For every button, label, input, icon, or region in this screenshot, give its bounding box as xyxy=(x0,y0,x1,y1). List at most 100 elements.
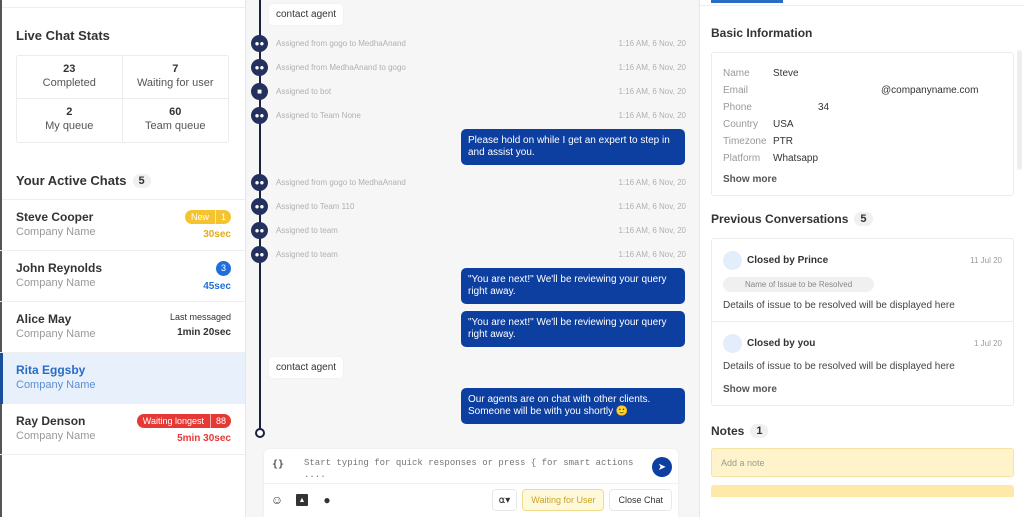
previous-conversation-item[interactable]: Closed by Prince 11 Jul 20 Name of Issue… xyxy=(712,239,1013,322)
avatar xyxy=(723,251,742,270)
previous-conversations-card: Closed by Prince 11 Jul 20 Name of Issue… xyxy=(711,238,1014,406)
conversations-show-more-link[interactable]: Show more xyxy=(723,384,1002,395)
previous-conversation-item[interactable]: Closed by you 1 Jul 20 Details of issue … xyxy=(712,322,1013,405)
chat-company-name: Company Name xyxy=(16,379,96,391)
note-item[interactable] xyxy=(711,485,1014,497)
agent-message: Our agents are on chat with other client… xyxy=(461,388,685,424)
assignment-event: ●● Assigned to Team None 1:16 AM, 6 Nov,… xyxy=(251,106,686,124)
conversation-details: Details of issue to be resolved will be … xyxy=(723,361,955,372)
info-row-phone: Phone 34 xyxy=(723,99,1002,116)
info-key: Country xyxy=(723,119,759,130)
chat-item-john-reynolds[interactable]: John Reynolds Company Name 3 45sec xyxy=(0,251,245,302)
stat-team-queue[interactable]: 60 Team queue xyxy=(123,99,229,142)
smart-actions-icon[interactable]: {} xyxy=(272,459,292,470)
event-time: 1:16 AM, 6 Nov, 20 xyxy=(618,225,686,235)
event-time: 1:16 AM, 6 Nov, 20 xyxy=(618,38,686,48)
event-text: Assigned from gogo to MedhaAnand xyxy=(276,38,406,48)
waiting-longest-badge: Waiting longest 88 xyxy=(136,414,231,428)
chat-company-name: Company Name xyxy=(16,430,96,442)
closed-by: Closed by you xyxy=(747,338,816,349)
stat-value: 7 xyxy=(172,63,179,75)
info-key: Phone xyxy=(723,102,752,113)
chat-contact-name: Rita Eggsby xyxy=(16,363,86,377)
closed-by: Closed by Prince xyxy=(747,255,829,266)
unread-count-badge: 3 xyxy=(216,261,231,276)
info-row-name: Name Steve xyxy=(723,65,1002,82)
info-key: Timezone xyxy=(723,136,767,147)
emoji-icon[interactable]: ● xyxy=(320,493,334,507)
info-row-country: Country USA xyxy=(723,116,1002,133)
chat-item-alice-may[interactable]: Alice May Company Name Last messaged 1mi… xyxy=(0,302,245,353)
waiting-for-user-button[interactable]: Waiting for User xyxy=(522,489,605,511)
stat-waiting-for-user[interactable]: 7 Waiting for user xyxy=(122,56,228,99)
right-panel: Basic Information Name Steve Email @comp… xyxy=(700,0,1024,517)
previous-conversations-header: Previous Conversations 5 xyxy=(700,212,1024,226)
contact-icon[interactable]: ☺ xyxy=(270,493,284,507)
stat-label: Waiting for user xyxy=(136,77,214,89)
stat-value: 60 xyxy=(169,106,182,118)
event-time: 1:16 AM, 6 Nov, 20 xyxy=(618,62,686,72)
info-value: Whatsapp xyxy=(773,153,819,164)
active-chats-header: Your Active Chats 5 xyxy=(0,173,245,188)
chat-company-name: Company Name xyxy=(16,226,96,238)
info-row-platform: Platform Whatsapp xyxy=(723,150,1002,167)
conversation-date: 1 Jul 20 xyxy=(973,339,1002,348)
event-text: Assigned to team xyxy=(276,225,338,235)
stat-completed[interactable]: 23 Completed xyxy=(17,56,123,99)
chat-item-rita-eggsby[interactable]: Rita Eggsby Company Name xyxy=(0,353,245,404)
event-text: Assigned to Team None xyxy=(276,110,361,120)
team-icon: ●● xyxy=(251,221,268,239)
agent-message: "You are next!" We'll be reviewing your … xyxy=(461,268,685,304)
info-key: Email xyxy=(723,85,749,96)
chat-wait-time: 5min 30sec xyxy=(177,433,231,444)
new-badge: New 1 xyxy=(184,210,231,224)
assignment-event: ●● Assigned to team 1:16 AM, 6 Nov, 20 xyxy=(251,245,686,263)
chat-contact-name: Alice May xyxy=(16,312,72,326)
info-value: PTR xyxy=(773,136,793,147)
event-text: Assigned from MedhaAnand to gogo xyxy=(276,62,406,72)
user-message: contact agent xyxy=(269,4,344,25)
chat-company-name: Company Name xyxy=(16,328,96,340)
chat-wait-time: 30sec xyxy=(203,229,231,240)
assignment-event: ●● Assigned to Team 110 1:16 AM, 6 Nov, … xyxy=(251,197,686,215)
chat-item-steve-cooper[interactable]: Steve Cooper Company Name New 1 30sec xyxy=(0,200,245,251)
conversation-panel: contact agent ●● Assigned from gogo to M… xyxy=(246,0,700,517)
event-time: 1:16 AM, 6 Nov, 20 xyxy=(618,201,686,211)
stat-label: Team queue xyxy=(144,120,206,132)
basic-info-show-more-link[interactable]: Show more xyxy=(723,174,1002,185)
badge-label: New xyxy=(190,212,209,222)
message-composer: {} ➤ ☺ ▲ ● ⍺▾ Waiting for User Close Cha… xyxy=(264,449,678,517)
add-note-input[interactable]: Add a note xyxy=(711,448,1014,477)
active-tab-indicator xyxy=(711,0,783,3)
close-chat-button[interactable]: Close Chat xyxy=(609,489,672,511)
info-row-email: Email @companyname.com xyxy=(723,82,1002,99)
team-icon: ●● xyxy=(251,106,268,124)
info-value: 34 xyxy=(818,102,830,113)
notes-count: 1 xyxy=(750,424,769,438)
stat-my-queue[interactable]: 2 My queue xyxy=(17,99,123,142)
team-icon: ●● xyxy=(251,173,268,191)
image-icon[interactable]: ▲ xyxy=(296,494,308,506)
chat-wait-time: 1min 20sec xyxy=(177,327,231,338)
left-sidebar: Live Chat Stats 23 Completed 7 Waiting f… xyxy=(0,0,246,517)
send-icon[interactable]: ➤ xyxy=(652,457,672,477)
stat-value: 23 xyxy=(63,63,76,75)
assignment-event: ●● Assigned from gogo to MedhaAnand 1:16… xyxy=(251,173,686,191)
previous-conversations-count: 5 xyxy=(854,212,873,226)
active-chats-title: Your Active Chats xyxy=(16,173,127,188)
assignment-event: ●● Assigned to team 1:16 AM, 6 Nov, 20 xyxy=(251,221,686,239)
chat-item-ray-denson[interactable]: Ray Denson Company Name Waiting longest … xyxy=(0,404,245,455)
transfer-headset-button[interactable]: ⍺▾ xyxy=(491,489,518,511)
notes-title: Notes xyxy=(711,424,745,438)
top-divider xyxy=(0,0,245,8)
message-input[interactable] xyxy=(292,457,652,481)
chat-company-name: Company Name xyxy=(16,277,96,289)
stat-label: Completed xyxy=(42,77,96,89)
scrollbar[interactable] xyxy=(1017,50,1022,170)
live-chat-stats-title: Live Chat Stats xyxy=(16,28,110,43)
bot-icon: ■ xyxy=(251,82,268,100)
info-value: Steve xyxy=(773,68,799,79)
basic-info-card: Name Steve Email @companyname.com Phone … xyxy=(711,52,1014,196)
conversation-date: 11 Jul 20 xyxy=(970,256,1002,265)
chat-contact-name: Ray Denson xyxy=(16,414,86,428)
